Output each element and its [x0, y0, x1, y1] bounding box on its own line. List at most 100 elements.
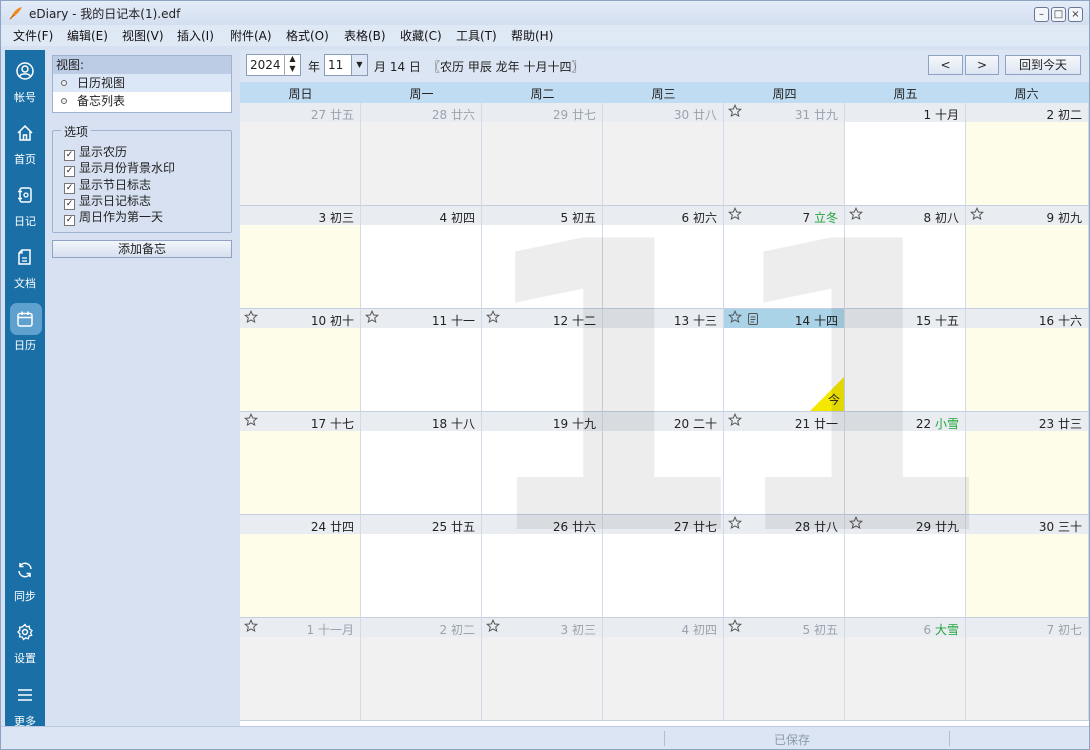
sidebar-item-account[interactable]: 帐号	[5, 56, 45, 112]
calendar-day[interactable]: 28 廿六	[361, 103, 482, 206]
calendar-day[interactable]: 16 十六	[966, 309, 1089, 412]
menu-help[interactable]: 帮助(H)	[511, 27, 553, 44]
calendar-day[interactable]: 7 初七	[966, 618, 1089, 721]
day-number: 28	[431, 108, 448, 122]
minimize-button[interactable]: –	[1034, 7, 1049, 22]
menu-edit[interactable]: 编辑(E)	[67, 27, 108, 44]
day-label: 28 廿六	[432, 106, 475, 123]
lunar-date-label: 〖农历 甲辰 龙年 十月十四〗	[428, 60, 584, 74]
calendar-day[interactable]: 6 大雪	[845, 618, 966, 721]
lunar-day: 十月	[934, 108, 959, 122]
chevron-down-icon[interactable]: ▼	[351, 54, 368, 76]
menu-table[interactable]: 表格(B)	[344, 27, 386, 44]
day-label: 10 初十	[311, 312, 354, 329]
day-label: 27 廿五	[311, 106, 354, 123]
status-divider	[949, 731, 950, 746]
day-header: 16 十六	[966, 309, 1088, 328]
view-memo-list[interactable]: 备忘列表	[53, 92, 231, 110]
day-number: 16	[1038, 314, 1055, 328]
star-icon[interactable]	[364, 309, 380, 324]
sidebar-item-diary[interactable]: 日记	[5, 180, 45, 236]
close-button[interactable]: ×	[1068, 7, 1083, 22]
menu-attachment[interactable]: 附件(A)	[230, 27, 272, 44]
star-icon[interactable]	[243, 412, 259, 427]
lunar-day: 初七	[1057, 623, 1082, 637]
menu-file[interactable]: 文件(F)	[13, 27, 53, 44]
calendar-day[interactable]: 30 三十	[966, 515, 1089, 618]
calendar-day[interactable]: 27 廿五	[240, 103, 361, 206]
calendar-day[interactable]: 25 廿五	[361, 515, 482, 618]
sidebar-item-label: 设置	[14, 652, 36, 665]
day-header: 18 十八	[361, 412, 481, 431]
calendar-day[interactable]: 4 初四	[603, 618, 724, 721]
star-icon[interactable]	[727, 103, 743, 118]
calendar-day[interactable]: 4 初四	[361, 206, 482, 309]
year-spinner[interactable]: ▲ ▼	[284, 54, 300, 76]
view-label: 日历视图	[77, 76, 126, 90]
day-number: 6	[923, 623, 932, 637]
calendar-day[interactable]: 9 初九	[966, 206, 1089, 309]
day-header: 1 十月	[845, 103, 965, 122]
day-header: 2 初二	[966, 103, 1088, 122]
calendar-day[interactable]: 17 十七	[240, 412, 361, 515]
menu-format[interactable]: 格式(O)	[286, 27, 329, 44]
day-header: 4 初四	[361, 206, 481, 225]
day-label: 11 十一	[432, 312, 475, 329]
calendar-day[interactable]: 1 十一月	[240, 618, 361, 721]
today-button[interactable]: 回到今天	[1005, 55, 1081, 75]
option-show-watermark[interactable]: ✓ 显示月份背景水印	[64, 159, 175, 177]
view-calendar[interactable]: 日历视图	[53, 74, 231, 92]
menu-view[interactable]: 视图(V)	[122, 27, 164, 44]
calendar-day[interactable]: 3 初三	[240, 206, 361, 309]
star-icon[interactable]	[243, 618, 259, 633]
day-label: 3 初三	[319, 209, 354, 226]
day-number: 18	[431, 417, 448, 431]
calendar-day[interactable]: 10 初十	[240, 309, 361, 412]
sidebar-item-calendar[interactable]: 日历	[5, 304, 45, 360]
calendar-grid: 周日 周一 周二 周三 周四 周五 周六 27 廿五 28 廿六 29 廿七 30 廿八 31 廿九…	[240, 82, 1089, 726]
star-icon[interactable]	[969, 206, 985, 221]
calendar-day[interactable]: 23 廿三	[966, 412, 1089, 515]
maximize-button[interactable]: □	[1051, 7, 1066, 22]
sync-icon	[18, 562, 32, 578]
add-memo-button[interactable]: 添加备忘	[52, 240, 232, 258]
title-bar: eDiary - 我的日记本(1).edf – □ ×	[1, 1, 1089, 25]
sidebar-item-label: 首页	[14, 153, 36, 166]
menu-favorites[interactable]: 收藏(C)	[400, 27, 442, 44]
lunar-day: 初十	[329, 314, 354, 328]
weekday-label: 周四	[772, 87, 797, 101]
calendar-day[interactable]: 18 十八	[361, 412, 482, 515]
sidebar-item-label: 同步	[14, 590, 36, 603]
day-header: 27 廿五	[240, 103, 360, 122]
calendar-day[interactable]: 11 十一	[361, 309, 482, 412]
status-divider	[664, 731, 665, 746]
option-label: 显示节日标志	[79, 178, 152, 192]
weekday-label: 周一	[409, 87, 434, 101]
menu-tools[interactable]: 工具(T)	[456, 27, 497, 44]
day-number: 1	[306, 623, 315, 637]
star-icon[interactable]	[243, 309, 259, 324]
next-month-button[interactable]: >	[965, 55, 999, 75]
calendar-day[interactable]: 2 初二	[361, 618, 482, 721]
calendar-day[interactable]: 3 初三	[482, 618, 603, 721]
calendar-day[interactable]: 2 初二	[966, 103, 1089, 206]
day-header: 11 十一	[361, 309, 481, 328]
sidebar-item-settings[interactable]: 设置	[5, 617, 45, 673]
lunar-day: 廿五	[329, 108, 354, 122]
day-number: 3	[560, 623, 569, 637]
calendar-day[interactable]: 5 初五	[724, 618, 845, 721]
day-number: 24	[310, 520, 327, 534]
sidebar-item-sync[interactable]: 同步	[5, 555, 45, 611]
sidebar-item-home[interactable]: 首页	[5, 118, 45, 174]
calendar-icon	[17, 311, 33, 327]
option-label: 显示日记标志	[79, 194, 152, 208]
calendar-day[interactable]: 24 廿四	[240, 515, 361, 618]
sidebar-item-documents[interactable]: 文档	[5, 242, 45, 298]
checkbox-checked-icon[interactable]: ✓	[64, 215, 75, 226]
day-header: 7 初七	[966, 618, 1088, 637]
menu-insert[interactable]: 插入(I)	[177, 27, 214, 44]
day-label: 18 十八	[432, 415, 475, 432]
prev-month-button[interactable]: <	[928, 55, 963, 75]
option-sunday-first[interactable]: ✓ 周日作为第一天	[64, 208, 163, 226]
lunar-day: 廿六	[450, 108, 475, 122]
